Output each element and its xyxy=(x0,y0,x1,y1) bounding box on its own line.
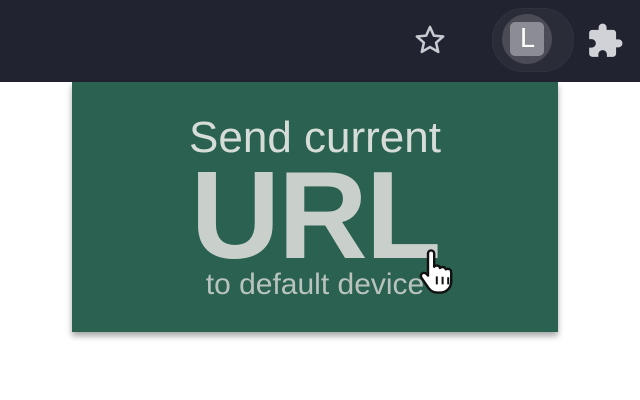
extensions-menu-button[interactable] xyxy=(580,16,630,66)
hand-pointer-cursor-icon xyxy=(419,249,453,294)
popup-url-label: URL xyxy=(190,147,442,285)
puzzle-piece-icon xyxy=(589,23,623,57)
send-url-extension-button[interactable]: L xyxy=(502,14,552,64)
browser-toolbar: L xyxy=(0,0,640,82)
bookmark-star-button[interactable] xyxy=(408,18,452,62)
popup-subtext: to default device xyxy=(205,268,425,301)
extension-letter-icon: L xyxy=(510,22,544,56)
star-outline-icon xyxy=(415,25,445,54)
send-url-popup[interactable]: Send current URL to default device xyxy=(72,82,558,332)
